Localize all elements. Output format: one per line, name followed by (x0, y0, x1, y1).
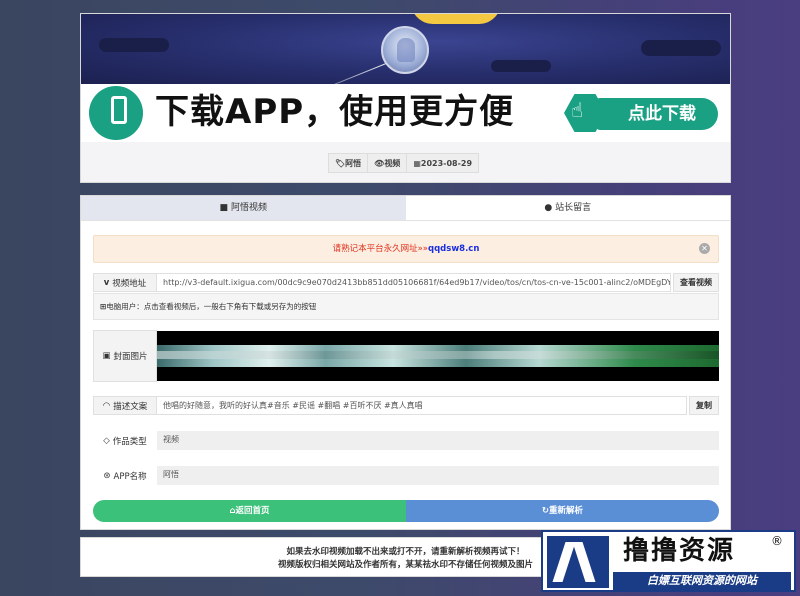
alert-url[interactable]: qqdsw8.cn (428, 244, 479, 254)
tab-messages[interactable]: ● 站长留言 (405, 196, 730, 220)
result-card: ■ 阿悟视频 ● 站长留言 请熟记本平台永久网址»»qqdsw8.cn ✕ v视… (80, 195, 731, 530)
cloud-decoration (641, 40, 721, 56)
description-input[interactable]: 他唱的好随意，我听的好认真#音乐 #民谣 #翻唱 #百听不厌 #真人真唱 (157, 396, 687, 415)
desktop-tip: ⊞电脑用户：点击查看视频后，一般右下角有下载或另存为的按钮 (93, 293, 719, 320)
date-tag: ▦2023-08-29 (406, 153, 480, 173)
tab-bar: ■ 阿悟视频 ● 站长留言 (81, 196, 730, 221)
shooting-star-decoration (293, 59, 397, 84)
hand-icon: ☝ (571, 98, 584, 122)
reparse-button[interactable]: ↻重新解析 (406, 500, 719, 522)
cover-field: ▣ 封面图片 (93, 330, 157, 382)
refresh-icon: ↻ (541, 506, 550, 516)
author-tag: 🏷阿悟 (328, 153, 369, 173)
watermark-subtitle: 白嫖互联网资源的网站 (613, 572, 791, 590)
category-field: ◇ 作品类型 视频 (93, 431, 719, 450)
cloud-decoration (491, 60, 551, 72)
description-label: ◠ 描述文案 (93, 396, 157, 415)
vimeo-icon: v (103, 277, 110, 288)
copy-button[interactable]: 复制 (689, 396, 719, 415)
app-name-field: ⊛ APP名称 阿悟 (93, 466, 719, 485)
header-banner (81, 14, 730, 84)
comment-icon: ● (544, 203, 553, 213)
cover-label: ▣ 封面图片 (93, 330, 157, 382)
video-url-input[interactable]: http://v3-default.ixigua.com/00dc9c9e070… (157, 273, 671, 292)
watermark-title: 撸撸资源 (623, 536, 736, 566)
alert-text: 请熟记本平台永久网址 (332, 244, 418, 254)
video-url-label: v 视频地址 (93, 273, 157, 292)
headphones-icon: ◠ (102, 400, 111, 411)
alert-arrows: »» (417, 244, 428, 254)
app-name-label: ⊛ APP名称 (93, 466, 157, 485)
tag-icon: 🏷 (335, 159, 346, 168)
cover-image[interactable] (157, 331, 719, 381)
type-tag: 👁视频 (367, 153, 408, 173)
tags-icon: ◇ (103, 435, 110, 446)
watermark-logo-icon (547, 536, 609, 588)
video-url-field: v 视频地址 http://v3-default.ixigua.com/00dc9… (93, 273, 719, 292)
view-video-button[interactable]: 查看视频 (673, 273, 719, 292)
close-icon[interactable]: ✕ (699, 243, 710, 254)
avatar[interactable] (381, 26, 429, 74)
image-icon: ▣ (102, 351, 111, 361)
promo-text: 下载APP，使用更方便 (155, 92, 515, 132)
category-label: ◇ 作品类型 (93, 431, 157, 450)
registered-mark: ® (771, 534, 783, 548)
eye-icon: 👁 (374, 159, 385, 168)
video-camera-icon: ■ (219, 203, 229, 213)
action-buttons: ⌂返回首页 ↻重新解析 (93, 500, 719, 522)
category-value: 视频 (157, 431, 719, 450)
cover-image-content (157, 345, 719, 367)
tab-video[interactable]: ■ 阿悟视频 (81, 196, 406, 220)
home-button[interactable]: ⌂返回首页 (93, 500, 406, 522)
description-field: ◠ 描述文案 他唱的好随意，我听的好认真#音乐 #民谣 #翻唱 #百听不厌 #真人… (93, 396, 719, 415)
moon-decoration (411, 14, 501, 24)
cloud-decoration (99, 38, 169, 52)
site-watermark: 撸撸资源 ® 白嫖互联网资源的网站 (541, 530, 796, 592)
phone-icon (89, 86, 143, 140)
download-button[interactable]: 点此下载 (596, 98, 718, 130)
compass-icon: ⊛ (103, 470, 111, 481)
app-name-value: 阿悟 (157, 466, 719, 485)
meta-row: 🏷阿悟 👁视频 ▦2023-08-29 (328, 153, 480, 173)
download-app-promo[interactable]: 下载APP，使用更方便 点此下载 ☝ (81, 84, 730, 142)
header-card: 下载APP，使用更方便 点此下载 ☝ 🏷阿悟 👁视频 ▦2023-08-29 (80, 13, 731, 183)
url-alert: 请熟记本平台永久网址»»qqdsw8.cn ✕ (93, 235, 719, 263)
calendar-icon: ▦ (413, 159, 421, 168)
